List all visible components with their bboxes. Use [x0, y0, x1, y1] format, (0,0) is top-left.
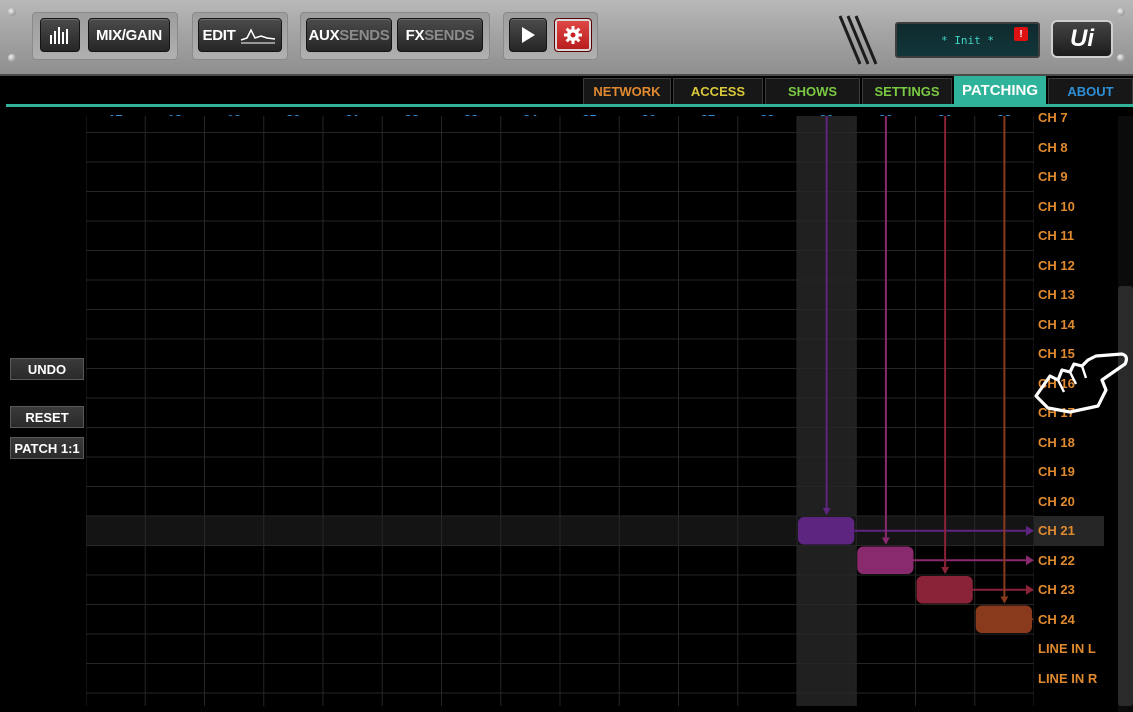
row-label[interactable]: CH 11: [1038, 228, 1074, 243]
reset-label: RESET: [25, 409, 69, 425]
tab-patching-label: PATCHING: [961, 82, 1039, 99]
row-label[interactable]: CH 21: [1034, 516, 1104, 546]
screw-icon: [1117, 8, 1125, 16]
ui-logo[interactable]: Ui: [1051, 20, 1113, 58]
tab-network[interactable]: NETWORK: [583, 78, 671, 104]
gear-icon: [564, 26, 582, 44]
play-icon: [522, 27, 535, 43]
fx-sends-label: SENDS: [424, 26, 475, 44]
row-label[interactable]: CH 19: [1038, 464, 1075, 479]
patch-one-to-one-label: PATCH 1:1: [14, 440, 80, 456]
tab-shows[interactable]: SHOWS: [765, 78, 860, 104]
aux-label: AUX: [308, 26, 340, 44]
aux-sends-label: SENDS: [339, 26, 390, 44]
patch-down-arrow: [941, 567, 950, 574]
patch-block: [975, 605, 1032, 633]
status-display-text: * Init *: [941, 33, 994, 47]
row-label[interactable]: CH 9: [1038, 169, 1068, 184]
row-label[interactable]: CH 23: [1038, 582, 1075, 597]
tab-access-label: ACCESS: [690, 84, 746, 99]
row-label[interactable]: CH 14: [1038, 317, 1075, 332]
row-label[interactable]: LINE IN L: [1038, 641, 1096, 656]
tab-patching[interactable]: PATCHING: [954, 76, 1046, 104]
undo-button[interactable]: UNDO: [10, 358, 84, 380]
play-button[interactable]: [509, 18, 547, 52]
hand-pointer-icon: [1034, 352, 1129, 414]
row-label[interactable]: CH 24: [1038, 612, 1075, 627]
tab-network-label: NETWORK: [593, 84, 661, 99]
patch-block: [798, 517, 855, 545]
reset-button[interactable]: RESET: [10, 406, 84, 428]
meters-icon: [50, 27, 68, 44]
top-toolbar: MIX/GAIN EDIT AUX SENDS FX SENDS * Init …: [0, 0, 1133, 76]
edit-button[interactable]: EDIT: [198, 18, 282, 52]
patch-grid[interactable]: [86, 116, 1034, 706]
aux-sends-button[interactable]: AUX SENDS: [306, 18, 392, 52]
row-label[interactable]: CH 8: [1038, 140, 1068, 155]
tab-underline: [6, 104, 1133, 107]
screw-icon: [8, 54, 16, 62]
row-label[interactable]: CH 22: [1038, 553, 1075, 568]
meters-button[interactable]: [40, 18, 80, 52]
screw-icon: [8, 8, 16, 16]
tab-access[interactable]: ACCESS: [673, 78, 763, 104]
tab-settings[interactable]: SETTINGS: [862, 78, 952, 104]
row-label[interactable]: CH 13: [1038, 287, 1075, 302]
patch-block: [857, 546, 914, 574]
patch-one-to-one-button[interactable]: PATCH 1:1: [10, 437, 84, 459]
row-label[interactable]: CH 20: [1038, 494, 1075, 509]
mix-gain-button[interactable]: MIX/GAIN: [88, 18, 170, 52]
tab-settings-label: SETTINGS: [874, 84, 940, 99]
tab-shows-label: SHOWS: [787, 84, 838, 99]
row-label[interactable]: CH 10: [1038, 199, 1075, 214]
mix-gain-label: MIX/GAIN: [96, 26, 162, 44]
patch-block: [916, 576, 973, 604]
patch-down-arrow: [1000, 596, 1009, 604]
row-label[interactable]: CH 7: [1038, 110, 1068, 125]
patch-right-arrow: [1026, 584, 1034, 595]
row-label[interactable]: LINE IN R: [1038, 671, 1097, 686]
fx-sends-button[interactable]: FX SENDS: [397, 18, 483, 52]
row-label[interactable]: CH 12: [1038, 258, 1075, 273]
row-label[interactable]: CH 18: [1038, 435, 1075, 450]
undo-label: UNDO: [27, 361, 67, 377]
patch-right-arrow: [1026, 555, 1034, 566]
tab-about-label: ABOUT: [1067, 84, 1114, 99]
screw-icon: [1117, 54, 1125, 62]
edit-label: EDIT: [202, 26, 236, 44]
brand-stripes-icon: [838, 15, 878, 65]
fx-label: FX: [405, 26, 425, 44]
alert-badge[interactable]: !: [1014, 27, 1028, 41]
settings-button[interactable]: [554, 18, 592, 52]
tab-about[interactable]: ABOUT: [1048, 78, 1133, 104]
eq-curve-icon: [241, 28, 276, 44]
